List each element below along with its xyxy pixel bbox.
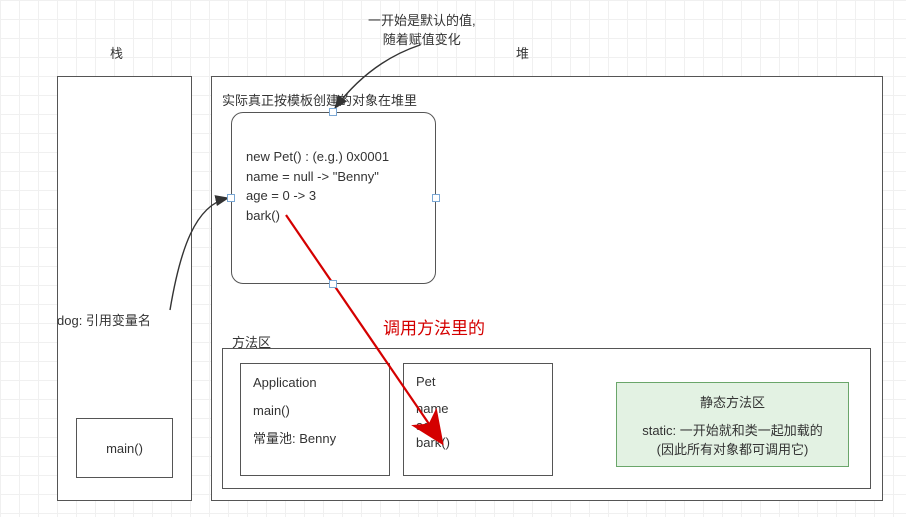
app-const-pool: 常量池: Benny xyxy=(253,430,377,448)
handle-s[interactable] xyxy=(329,280,337,288)
static-line2: (因此所有对象都可调用它) xyxy=(629,440,836,460)
pet-title: Pet xyxy=(416,374,540,391)
pet-bark: bark() xyxy=(416,435,540,452)
pet-name: name xyxy=(416,401,540,418)
stack-main-box: main() xyxy=(76,418,173,478)
obj-line1: new Pet() : (e.g.) 0x0001 xyxy=(246,147,421,167)
obj-line3: age = 0 -> 3 xyxy=(246,186,421,206)
stack-main-label: main() xyxy=(106,441,143,456)
application-box: Application main() 常量池: Benny xyxy=(240,363,390,476)
call-method-label: 调用方法里的 xyxy=(383,314,485,339)
dog-ref-label: dog: 引用变量名 xyxy=(57,310,151,329)
heap-label: 堆 xyxy=(516,43,529,62)
static-line1: static: 一开始就和类一起加载的 xyxy=(629,421,836,441)
top-note: 一开始是默认的值, 随着赋值变化 xyxy=(368,10,476,48)
handle-e[interactable] xyxy=(432,194,440,202)
handle-n[interactable] xyxy=(329,108,337,116)
obj-line2: name = null -> "Benny" xyxy=(246,167,421,187)
stack-label: 栈 xyxy=(110,43,123,62)
handle-w[interactable] xyxy=(227,194,235,202)
app-title: Application xyxy=(253,374,377,392)
top-note-line1: 一开始是默认的值, xyxy=(368,13,476,28)
heap-object-box[interactable]: new Pet() : (e.g.) 0x0001 name = null ->… xyxy=(231,112,436,284)
obj-line4: bark() xyxy=(246,206,421,226)
heap-obj-title: 实际真正按模板创建的对象在堆里 xyxy=(222,90,417,109)
top-note-line2: 随着赋值变化 xyxy=(383,32,461,47)
static-title: 静态方法区 xyxy=(629,393,836,413)
method-area-label: 方法区 xyxy=(232,332,271,351)
pet-box: Pet name age bark() xyxy=(403,363,553,476)
pet-age: age xyxy=(416,418,540,435)
app-main: main() xyxy=(253,402,377,420)
static-box: 静态方法区 static: 一开始就和类一起加载的 (因此所有对象都可调用它) xyxy=(616,382,849,467)
